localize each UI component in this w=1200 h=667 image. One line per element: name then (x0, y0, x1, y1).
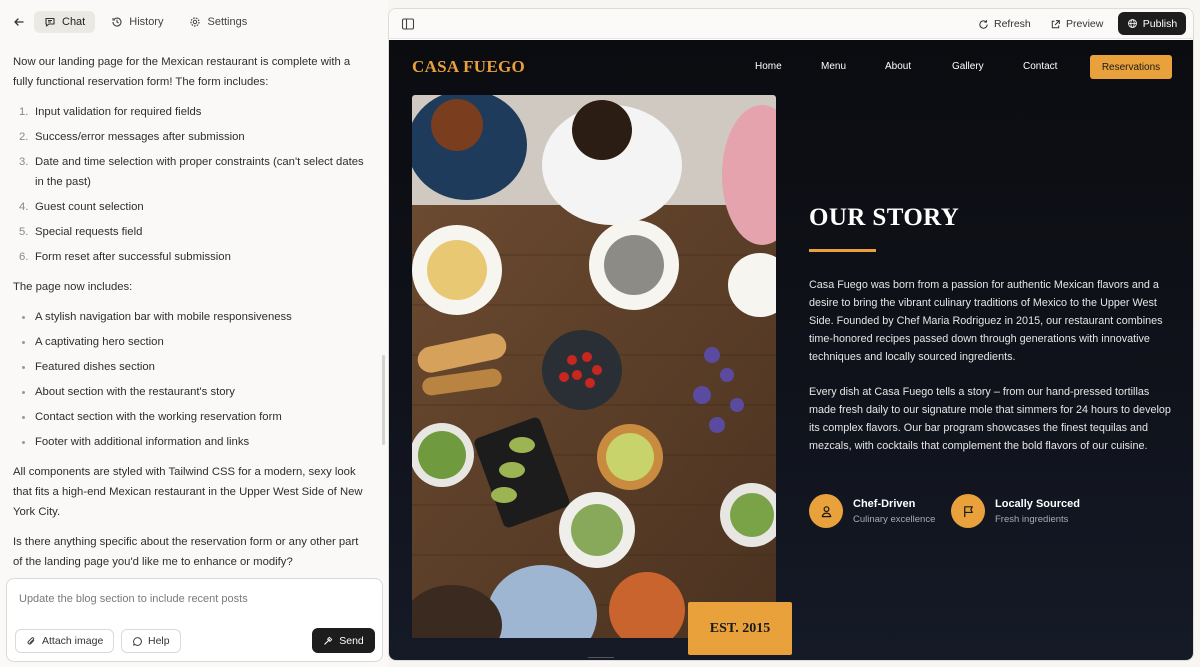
list-item: 3. Date and time selection with proper co… (19, 156, 364, 188)
history-icon (112, 17, 122, 27)
list-item-text: Featured dishes section (35, 361, 155, 373)
dining-table-illustration (412, 95, 776, 638)
message-question: Is there anything specific about the res… (13, 536, 359, 568)
form-features-list: 1. Input validation for required fields 2… (13, 102, 366, 267)
preview-panel: Refresh Preview Publish CASA FUEGO Home … (388, 8, 1194, 661)
list-item-text: A captivating hero section (35, 336, 164, 348)
tab-chat[interactable]: Chat (34, 11, 96, 33)
message-page-intro: The page now includes: (13, 281, 133, 293)
list-item-text: A stylish navigation bar with mobile res… (35, 311, 292, 323)
refresh-icon (979, 19, 988, 29)
send-button[interactable]: Send (312, 628, 375, 653)
list-item-text: Date and time selection with proper cons… (35, 156, 364, 188)
tab-history-label: History (129, 16, 164, 28)
page-features-list: A stylish navigation bar with mobile res… (13, 307, 366, 452)
send-label: Send (339, 634, 364, 647)
list-item: 6. Form reset after successful submission (19, 251, 231, 263)
list-item: 1. Input validation for required fields (19, 106, 202, 118)
preview-button[interactable]: Preview (1044, 13, 1109, 35)
chat-topbar: Chat History Settings (0, 0, 388, 44)
sidebar-toggle-icon[interactable] (401, 17, 415, 31)
back-button[interactable] (8, 11, 30, 33)
flag-icon (951, 494, 985, 528)
preview-label: Preview (1066, 18, 1104, 30)
message-summary: All components are styled with Tailwind … (13, 466, 363, 518)
chef-person-icon (809, 494, 843, 528)
feature-subtitle: Culinary excellence (853, 514, 936, 525)
send-wand-icon (324, 636, 333, 645)
story-photo (412, 95, 776, 638)
chat-panel: Chat History Settings Now our landing pa… (0, 0, 388, 667)
title-underline (809, 249, 876, 252)
tab-history[interactable]: History (101, 11, 173, 33)
publish-label: Publish (1142, 17, 1178, 30)
reservations-button[interactable]: Reservations (1090, 55, 1172, 79)
feature-title: Locally Sourced (995, 498, 1080, 510)
list-item-text: About section with the restaurant's stor… (35, 386, 235, 398)
refresh-label: Refresh (994, 18, 1031, 30)
preview-toolbar: Refresh Preview Publish (389, 9, 1193, 39)
refresh-button[interactable]: Refresh (972, 13, 1037, 35)
list-item: A captivating hero section (13, 332, 366, 352)
nav-menu[interactable]: Menu (821, 61, 846, 72)
list-item-text: Guest count selection (35, 201, 144, 213)
nav-about[interactable]: About (885, 61, 911, 72)
list-item-text: Special requests field (35, 226, 143, 238)
chat-bubble-icon (45, 17, 55, 27)
chat-scrollbar[interactable] (382, 355, 385, 445)
list-item-text: Input validation for required fields (35, 106, 202, 118)
help-label: Help (148, 635, 170, 647)
attach-image-label: Attach image (42, 635, 104, 647)
globe-icon (1127, 19, 1137, 28)
nav-home[interactable]: Home (755, 61, 782, 72)
help-bubble-icon (133, 636, 142, 646)
list-item: Contact section with the working reserva… (13, 407, 366, 427)
list-item-text: Footer with additional information and l… (35, 436, 250, 448)
tab-settings[interactable]: Settings (179, 11, 257, 33)
website-preview: CASA FUEGO Home Menu About Gallery Conta… (389, 40, 1193, 660)
help-button[interactable]: Help (121, 629, 181, 653)
resize-handle[interactable] (588, 657, 614, 660)
attach-image-button[interactable]: Attach image (15, 629, 115, 653)
external-link-icon (1051, 19, 1060, 28)
chat-message: Now our landing page for the Mexican res… (0, 44, 384, 574)
list-item: Featured dishes section (13, 357, 366, 377)
feature-subtitle: Fresh ingredients (995, 514, 1069, 525)
paperclip-icon (27, 636, 35, 645)
list-item: A stylish navigation bar with mobile res… (13, 307, 366, 327)
tab-settings-label: Settings (207, 16, 248, 28)
story-paragraph-2: Every dish at Casa Fuego tells a story –… (809, 386, 1171, 452)
list-item: 2. Success/error messages after submissio… (19, 131, 245, 143)
list-item-text: Form reset after successful submission (35, 251, 231, 263)
list-item: 5. Special requests field (19, 226, 143, 238)
message-intro: Now our landing page for the Mexican res… (13, 56, 351, 88)
site-logo[interactable]: CASA FUEGO (412, 57, 525, 77)
publish-button[interactable]: Publish (1118, 12, 1186, 35)
tab-chat-label: Chat (62, 16, 86, 28)
list-item: Footer with additional information and l… (13, 432, 366, 452)
message-input[interactable] (19, 593, 369, 605)
message-composer: Attach image Help Send (6, 578, 383, 662)
feature-title: Chef-Driven (853, 498, 916, 510)
nav-contact[interactable]: Contact (1023, 61, 1057, 72)
story-title: OUR STORY (809, 204, 960, 231)
list-item: 4. Guest count selection (19, 201, 144, 213)
list-item-text: Success/error messages after submission (35, 131, 245, 143)
nav-gallery[interactable]: Gallery (952, 61, 984, 72)
arrow-left-icon (14, 18, 24, 26)
established-badge: EST. 2015 (688, 602, 792, 655)
gear-icon (190, 17, 201, 27)
list-item: About section with the restaurant's stor… (13, 382, 366, 402)
list-item-text: Contact section with the working reserva… (35, 411, 282, 423)
story-paragraph-1: Casa Fuego was born from a passion for a… (809, 279, 1163, 363)
